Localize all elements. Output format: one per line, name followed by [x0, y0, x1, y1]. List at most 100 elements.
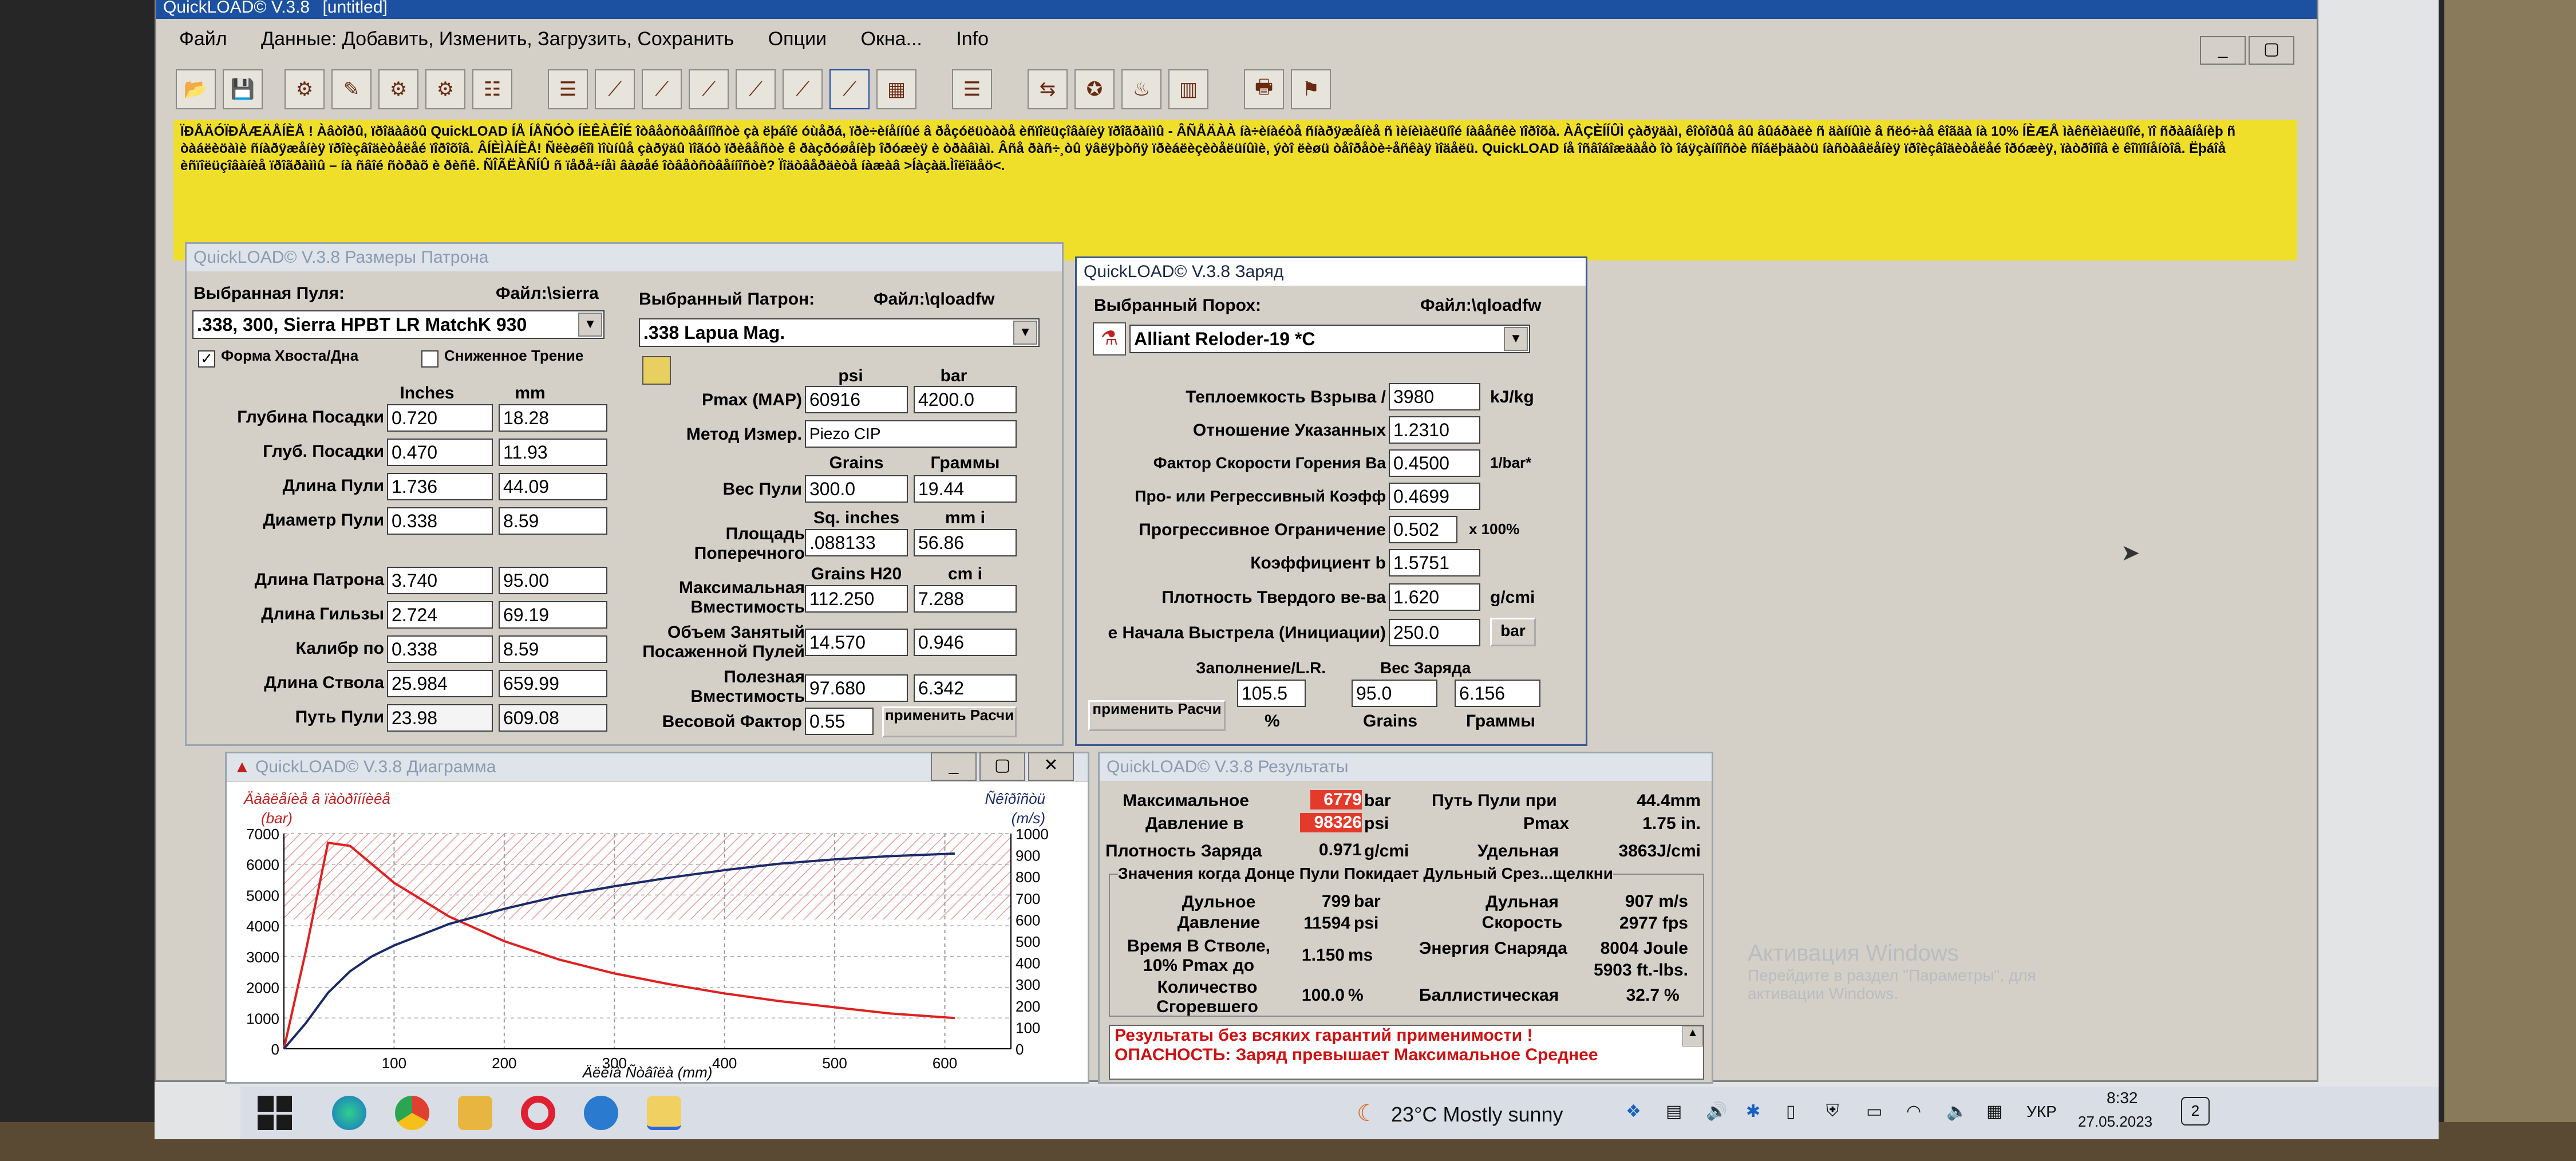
print-icon[interactable]: 🖶	[1244, 69, 1284, 109]
cartridge-length-in[interactable]: 3.740	[387, 567, 493, 594]
cartridge-drawing-icon[interactable]	[642, 356, 671, 385]
weather-icon[interactable]: ☾	[1357, 1100, 1377, 1127]
chart-icon[interactable]: ⟋	[595, 69, 635, 109]
transfer-icon[interactable]: ⇆	[1028, 69, 1068, 109]
weight-grains[interactable]: 300.0	[805, 475, 908, 503]
open-icon[interactable]: 📂	[176, 69, 216, 109]
bullets-icon[interactable]: ⚙	[378, 69, 418, 109]
bullet-diameter-mm[interactable]: 8.59	[499, 507, 607, 535]
start-icon[interactable]	[258, 1096, 292, 1130]
chrome-icon[interactable]	[395, 1096, 429, 1130]
case-length-mm[interactable]: 69.19	[499, 601, 607, 629]
menu-info[interactable]: Info	[956, 28, 989, 50]
usable-cm[interactable]: 6.342	[914, 674, 1017, 702]
bars-icon[interactable]: ▥	[1168, 69, 1208, 109]
vpn-icon[interactable]	[584, 1096, 618, 1130]
menu-data[interactable]: Данные: Добавить, Изменить, Загрузить, С…	[261, 28, 734, 50]
seating-depth2-mm[interactable]: 11.93	[499, 439, 607, 466]
chart-icon[interactable]: ⟋	[829, 69, 870, 109]
chevron-down-icon[interactable]: ▼	[1504, 327, 1528, 351]
pmax-psi[interactable]: 60916	[805, 386, 908, 413]
charge-panel-title[interactable]: QuickLOAD© V.3.8 Заряд	[1077, 258, 1586, 286]
speaker-icon[interactable]: 🔊	[1706, 1101, 1727, 1121]
usable-grains[interactable]: 97.680	[805, 674, 908, 702]
cartridge-length-mm[interactable]: 95.00	[499, 567, 607, 594]
cartridge-icon[interactable]: ✎	[331, 69, 372, 109]
ratio-field[interactable]: 1.2310	[1389, 416, 1480, 444]
quickload-taskbar-icon[interactable]	[647, 1096, 681, 1130]
diagram-close-button[interactable]: ✕	[1028, 752, 1074, 781]
opera-icon[interactable]	[521, 1096, 555, 1130]
form-checkbox[interactable]: ✓	[198, 350, 215, 368]
apply-dimensions-button[interactable]: применить Расчи	[882, 706, 1017, 737]
burn-rate-field[interactable]: 0.4500	[1389, 449, 1480, 477]
charge-grains-field[interactable]: 95.0	[1352, 680, 1437, 707]
clock-date[interactable]: 27.05.2023	[2078, 1113, 2152, 1131]
seating-depth-in[interactable]: 0.720	[387, 404, 493, 432]
usb-icon[interactable]: ▯	[1786, 1101, 1796, 1121]
bullet-length-in[interactable]: 1.736	[387, 473, 493, 500]
apply-charge-button[interactable]: применить Расчи	[1088, 700, 1226, 731]
battery-icon[interactable]: ▭	[1866, 1101, 1882, 1121]
caliber-in[interactable]: 0.338	[387, 635, 493, 663]
seating-depth-mm[interactable]: 18.28	[499, 404, 607, 432]
bluetooth-icon[interactable]: ✱	[1746, 1101, 1760, 1121]
weight-factor-field[interactable]: 0.55	[805, 708, 874, 735]
bar-button[interactable]: bar	[1490, 618, 1536, 646]
prog-limit-field[interactable]: 0.502	[1389, 516, 1457, 543]
menu-windows[interactable]: Окна...	[861, 28, 922, 50]
method-field[interactable]: Piezo CIP	[805, 420, 1017, 448]
table-icon[interactable]: ☰	[548, 69, 588, 109]
density-solid-field[interactable]: 1.620	[1389, 583, 1480, 611]
save-icon[interactable]: 💾	[223, 69, 263, 109]
menu-file[interactable]: Файл	[179, 28, 227, 50]
main-title-bar[interactable]: QuickLOAD© V.3.8 [untitled]	[156, 0, 2317, 19]
menu-options[interactable]: Опции	[768, 28, 827, 50]
caliber-mm[interactable]: 8.59	[499, 635, 607, 663]
area-mm[interactable]: 56.86	[914, 529, 1017, 556]
pmax-bar[interactable]: 4200.0	[914, 386, 1017, 413]
weight-grams[interactable]: 19.44	[914, 475, 1017, 503]
gun-icon[interactable]: ✪	[1074, 69, 1115, 109]
input-language[interactable]: УКР	[2026, 1103, 2057, 1121]
chevron-down-icon[interactable]: ▼	[578, 313, 602, 337]
seating-depth2-in[interactable]: 0.470	[387, 439, 493, 466]
file-explorer-icon[interactable]	[458, 1096, 492, 1130]
heat-field[interactable]: 3980	[1389, 383, 1480, 410]
notes-scroll-up[interactable]: ▲	[1682, 1026, 1703, 1047]
cartridge-select[interactable]: .338 Lapua Mag. ▼	[639, 318, 1040, 347]
bullet-length-mm[interactable]: 44.09	[499, 473, 607, 500]
grid-icon[interactable]: ▦	[876, 69, 916, 109]
minimize-button[interactable]: _	[2200, 36, 2246, 65]
calendar-icon[interactable]: ▦	[1986, 1101, 2002, 1121]
chevron-down-icon[interactable]: ▼	[1013, 321, 1037, 345]
clock-time[interactable]: 8:32	[2107, 1089, 2138, 1107]
weather-text[interactable]: 23°C Mostly sunny	[1391, 1103, 1563, 1127]
rifle-icon[interactable]: ⚑	[1291, 69, 1331, 109]
notification-icon[interactable]: 2	[2181, 1097, 2210, 1126]
chart-icon[interactable]: ⟋	[783, 69, 823, 109]
charge-grams-field[interactable]: 6.156	[1455, 680, 1540, 707]
maximize-button[interactable]: ▢	[2249, 36, 2294, 65]
cartridge-panel-title[interactable]: QuickLOAD© V.3.8 Размеры Патрона	[187, 244, 1062, 271]
maxcap-cm[interactable]: 7.288	[914, 585, 1017, 613]
powder-icon[interactable]: ⚙	[425, 69, 465, 109]
bullet-icon[interactable]: ⚙	[285, 69, 325, 109]
barrel-length-mm[interactable]: 659.99	[499, 670, 607, 697]
edge-icon[interactable]	[332, 1096, 366, 1130]
shield-icon[interactable]: ⛨	[1826, 1101, 1839, 1121]
chart-icon[interactable]: ⟋	[689, 69, 729, 109]
start-pressure-field[interactable]: 250.0	[1389, 619, 1480, 646]
fire-icon[interactable]: ♨	[1121, 69, 1161, 109]
chart-icon[interactable]: ⟋	[736, 69, 776, 109]
area-sqin[interactable]: .088133	[805, 529, 908, 556]
list-icon[interactable]: ☰	[952, 69, 992, 109]
results-panel-title[interactable]: QuickLOAD© V.3.8 Результаты	[1100, 753, 1712, 781]
powder-icon[interactable]: ⚗	[1093, 322, 1126, 356]
dropbox-icon[interactable]: ❖	[1626, 1101, 1641, 1121]
reduced-friction-checkbox[interactable]	[421, 350, 438, 368]
case-length-in[interactable]: 2.724	[387, 601, 493, 629]
diagram-minimize-button[interactable]: _	[931, 752, 977, 781]
volume-icon[interactable]: 🔈	[1946, 1101, 1967, 1121]
occupied-grains[interactable]: 14.570	[805, 629, 908, 656]
